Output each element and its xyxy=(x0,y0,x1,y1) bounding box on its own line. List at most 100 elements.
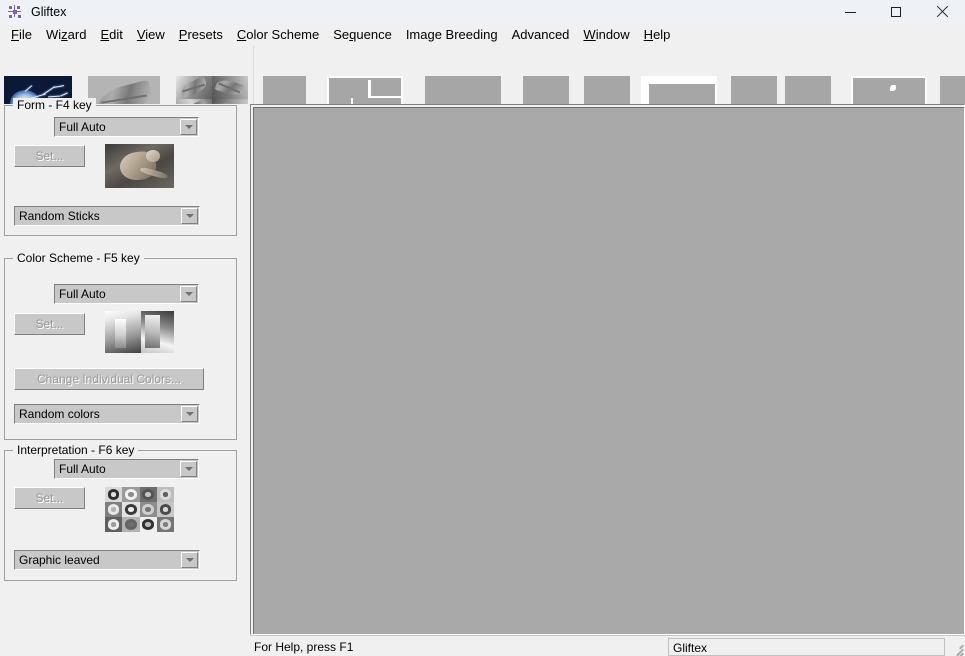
blank-thumbnail-image xyxy=(940,76,965,104)
menu-item-advanced[interactable]: Advanced xyxy=(505,24,577,46)
status-bar: For Help, press F1 Gliftex xyxy=(250,635,965,656)
interpretation-tile-ring xyxy=(125,489,137,499)
color-scheme-preview[interactable] xyxy=(105,311,174,353)
minimize-icon xyxy=(845,12,856,13)
menu-item-help[interactable]: Help xyxy=(637,24,678,46)
interpretation-tile-ring xyxy=(108,504,120,514)
menu-item-view[interactable]: View xyxy=(130,24,172,46)
toolbar-thumb-lines-1[interactable] xyxy=(327,76,403,104)
chevron-down-icon xyxy=(185,292,193,296)
interpretation-tile-ring xyxy=(160,504,172,514)
toolbar-thumb-blank-2[interactable] xyxy=(425,76,501,104)
menu-item-color-scheme[interactable]: Color Scheme xyxy=(230,24,326,46)
interpretation-generator-combo[interactable]: Graphic leaved xyxy=(14,550,200,570)
menu-item-window[interactable]: Window xyxy=(576,24,636,46)
chevron-down-icon xyxy=(186,412,194,416)
form-mode-combo[interactable]: Full Auto xyxy=(54,117,199,137)
status-hint: For Help, press F1 xyxy=(254,638,353,656)
interpretation-tile-12 xyxy=(157,517,174,532)
color-scheme-mode-combo[interactable]: Full Auto xyxy=(54,284,199,304)
form-mode-dropdown-button[interactable] xyxy=(180,119,197,135)
form-set-button[interactable]: Set... xyxy=(14,145,85,167)
chevron-down-icon xyxy=(185,125,193,129)
window-title: Gliftex xyxy=(31,0,827,24)
menu-item-wizard[interactable]: Wizard xyxy=(39,24,93,46)
interpretation-tile-3 xyxy=(140,487,157,502)
interpretation-set-label: Set... xyxy=(35,491,63,505)
menu-item-edit[interactable]: Edit xyxy=(93,24,129,46)
toolbar-thumb-blank-4[interactable] xyxy=(584,76,630,104)
toolbar-thumb-blank-1[interactable] xyxy=(263,76,306,104)
maximize-button[interactable] xyxy=(873,0,919,24)
interpretation-tile-ring xyxy=(160,489,172,499)
interpretation-tile-10 xyxy=(122,517,139,532)
interpretation-mode-combo[interactable]: Full Auto xyxy=(54,459,199,479)
interpretation-tile-5 xyxy=(105,502,122,517)
feather-quad-cell-2 xyxy=(212,76,248,99)
resize-grip[interactable] xyxy=(950,641,964,655)
status-document: Gliftex xyxy=(668,638,945,656)
interpretation-mode-dropdown-button[interactable] xyxy=(180,461,197,477)
interpretation-group-legend: Interpretation - F6 key xyxy=(13,443,138,457)
toolbar-thumb-blank-3[interactable] xyxy=(523,76,569,104)
window-controls xyxy=(827,0,965,24)
toolbar-thumb-feather-quad[interactable] xyxy=(176,76,248,104)
interpretation-tile-4 xyxy=(157,487,174,502)
blank-thumbnail-image xyxy=(731,76,777,104)
form-set-label: Set... xyxy=(35,149,63,163)
color-scheme-generator-value: Random colors xyxy=(15,405,181,423)
color-scheme-generator-combo[interactable]: Random colors xyxy=(14,404,200,424)
interpretation-generator-dropdown-button[interactable] xyxy=(181,552,198,568)
app-icon xyxy=(7,4,23,20)
edge-pattern-thumbnail-image xyxy=(641,76,717,104)
canvas-frame xyxy=(250,104,965,635)
menu-item-sequence[interactable]: Sequence xyxy=(326,24,399,46)
toolbar-thumb-lines-2[interactable] xyxy=(641,76,717,104)
blank-thumbnail-image xyxy=(584,76,630,104)
interpretation-tile-6 xyxy=(122,502,139,517)
toolbar-separator xyxy=(253,46,254,104)
interpretation-tile-7 xyxy=(140,502,157,517)
image-canvas[interactable] xyxy=(253,107,964,634)
interpretation-preview[interactable] xyxy=(105,487,174,532)
interpretation-tile-9 xyxy=(105,517,122,532)
color-scheme-set-button[interactable]: Set... xyxy=(14,313,85,335)
title-bar: Gliftex xyxy=(0,0,965,24)
interpretation-tile-ring xyxy=(142,519,154,529)
color-scheme-mode-dropdown-button[interactable] xyxy=(180,286,197,302)
blank-thumbnail-image xyxy=(523,76,569,104)
toolbar-thumb-blank-5[interactable] xyxy=(731,76,777,104)
blank-thumbnail-image xyxy=(785,76,831,104)
menu-item-file[interactable]: File xyxy=(4,24,39,46)
form-generator-dropdown-button[interactable] xyxy=(181,208,198,224)
form-preview[interactable] xyxy=(105,144,174,188)
interpretation-tile-ring xyxy=(108,489,120,499)
form-generator-combo[interactable]: Random Sticks xyxy=(14,206,200,226)
toolbar-thumb-blank-7[interactable] xyxy=(940,76,965,104)
color-scheme-group-legend: Color Scheme - F5 key xyxy=(13,251,144,265)
color-scheme-preview-pillar-2 xyxy=(145,315,160,348)
color-scheme-set-label: Set... xyxy=(35,317,63,331)
form-group-legend: Form - F4 key xyxy=(13,98,96,112)
blank-thumbnail-image xyxy=(425,76,501,104)
feather-quad-cell-4 xyxy=(212,99,248,104)
toolbar-thumb-speck[interactable] xyxy=(851,76,927,104)
close-icon xyxy=(936,6,948,18)
maximize-icon xyxy=(891,7,901,17)
toolbar-thumb-blank-6[interactable] xyxy=(785,76,831,104)
menu-item-image-breeding[interactable]: Image Breeding xyxy=(399,24,505,46)
interpretation-tile-2 xyxy=(122,487,139,502)
interpretation-mode-value: Full Auto xyxy=(55,460,180,478)
close-button[interactable] xyxy=(919,0,965,24)
interpretation-set-button[interactable]: Set... xyxy=(14,487,85,509)
toolbar-thumb-feather[interactable] xyxy=(88,76,160,104)
color-scheme-generator-dropdown-button[interactable] xyxy=(181,406,198,422)
minimize-button[interactable] xyxy=(827,0,873,24)
feather-quad-cell-3 xyxy=(176,99,212,104)
menu-item-presets[interactable]: Presets xyxy=(172,24,230,46)
color-scheme-preview-pillar-1 xyxy=(115,319,126,348)
color-scheme-mode-value: Full Auto xyxy=(55,285,180,303)
interpretation-tile-ring xyxy=(142,504,154,514)
menu-bar: FileWizardEditViewPresetsColor SchemeSeq… xyxy=(0,24,965,46)
change-individual-colors-button[interactable]: Change Individual Colors... xyxy=(14,368,204,390)
